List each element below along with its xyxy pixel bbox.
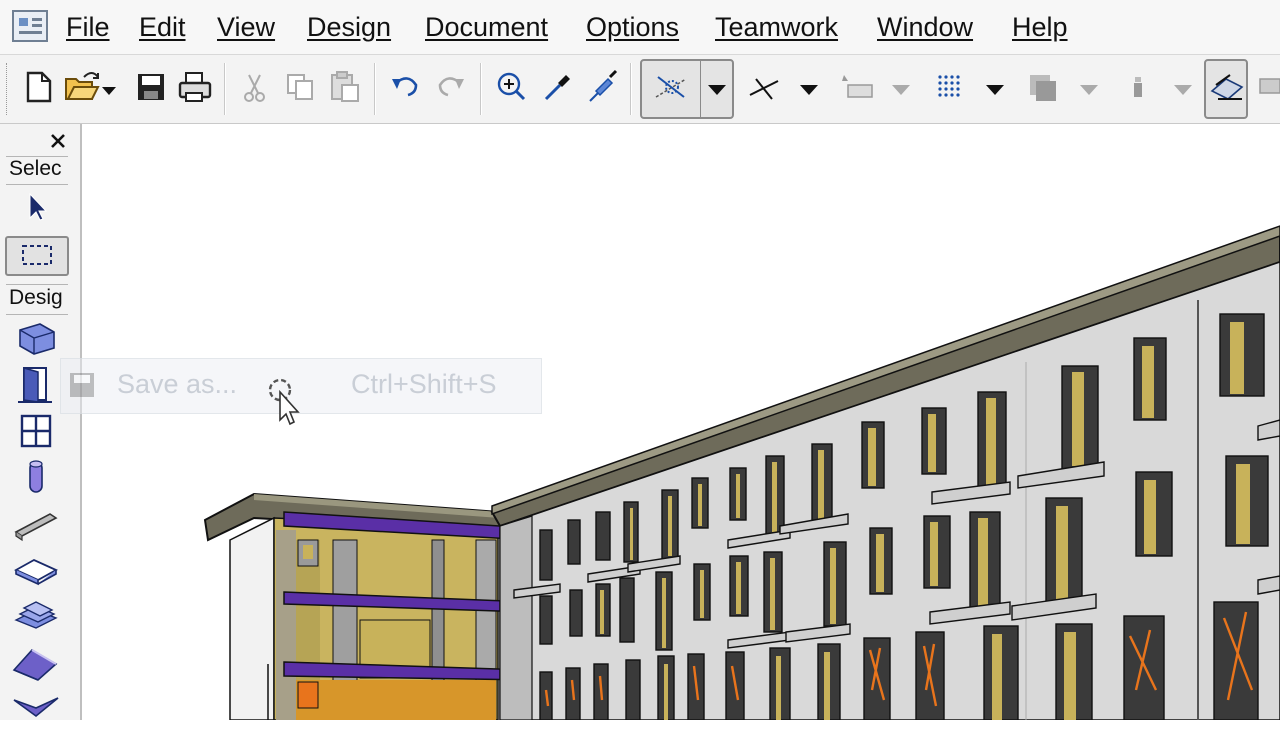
cut-icon[interactable] [236, 67, 274, 107]
toolbar-grip[interactable] [6, 63, 10, 115]
save-as-label: Save as... [117, 369, 238, 399]
menu-window[interactable]: Window [877, 10, 973, 44]
section-tool-button[interactable] [1204, 59, 1248, 119]
menu-teamwork[interactable]: Teamwork [715, 10, 838, 44]
copy-icon[interactable] [282, 67, 320, 107]
menu-options[interactable]: Options [586, 10, 679, 44]
shell-tool-icon[interactable] [10, 686, 62, 728]
layer-combination-icon[interactable] [1026, 67, 1106, 107]
toolbar-separator [630, 63, 632, 115]
menu-edit[interactable]: Edit [139, 10, 186, 44]
beam-tool-icon[interactable] [10, 502, 62, 544]
gravity-icon[interactable] [838, 67, 918, 107]
select-section-label: Selec [9, 157, 62, 180]
print-icon[interactable] [176, 67, 214, 107]
syringe-icon[interactable] [584, 67, 622, 107]
menu-document[interactable]: Document [425, 10, 548, 44]
elevation-icon[interactable] [1120, 67, 1200, 107]
window-tool-icon[interactable] [10, 410, 62, 452]
snap-grid-icon[interactable] [930, 67, 1010, 107]
slab-tool-icon[interactable] [10, 548, 62, 590]
section-tool-icon [1208, 69, 1246, 114]
chevron-down-icon[interactable] [706, 79, 728, 104]
menu-file[interactable]: File [66, 10, 110, 44]
save-icon[interactable] [132, 67, 170, 107]
trace-reference-icon [652, 67, 690, 107]
3d-view-canvas[interactable] [82, 124, 1280, 720]
door-tool-icon[interactable] [10, 364, 62, 406]
building-3d-model [203, 225, 1280, 720]
save-icon [67, 371, 97, 399]
magic-wand-icon[interactable] [492, 67, 530, 107]
ruler-icon[interactable] [1256, 67, 1280, 107]
toolbox-panel: Selec Desig [0, 124, 82, 720]
roof-tool-icon[interactable] [10, 640, 62, 682]
undo-icon[interactable] [386, 67, 424, 107]
design-section-label: Desig [9, 286, 63, 309]
menu-help[interactable]: Help [1012, 10, 1068, 44]
arrow-select-icon[interactable] [10, 186, 62, 228]
menu-bar: File Edit View Design Document Options T… [0, 0, 1280, 55]
column-tool-icon[interactable] [10, 456, 62, 498]
stair-tool-icon[interactable] [10, 592, 62, 634]
trace-reference-button[interactable] [640, 59, 734, 119]
wall-tool-icon[interactable] [10, 318, 62, 360]
app-icon[interactable] [12, 10, 48, 42]
eyedropper-icon[interactable] [538, 67, 576, 107]
open-file-icon[interactable] [62, 67, 122, 107]
standard-toolbar [0, 55, 1280, 124]
guide-lines-icon[interactable] [746, 67, 826, 107]
redo-icon[interactable] [432, 67, 470, 107]
toolbar-separator [374, 63, 376, 115]
save-as-shortcut: Ctrl+Shift+S [351, 369, 497, 399]
menu-design[interactable]: Design [307, 10, 391, 44]
marquee-icon[interactable] [5, 236, 69, 276]
mouse-cursor-icon [266, 376, 306, 428]
menu-view[interactable]: View [217, 10, 275, 44]
toolbar-separator [480, 63, 482, 115]
toolbar-separator [224, 63, 226, 115]
paste-icon[interactable] [326, 67, 364, 107]
new-file-icon[interactable] [20, 67, 58, 107]
close-icon[interactable] [44, 128, 72, 154]
